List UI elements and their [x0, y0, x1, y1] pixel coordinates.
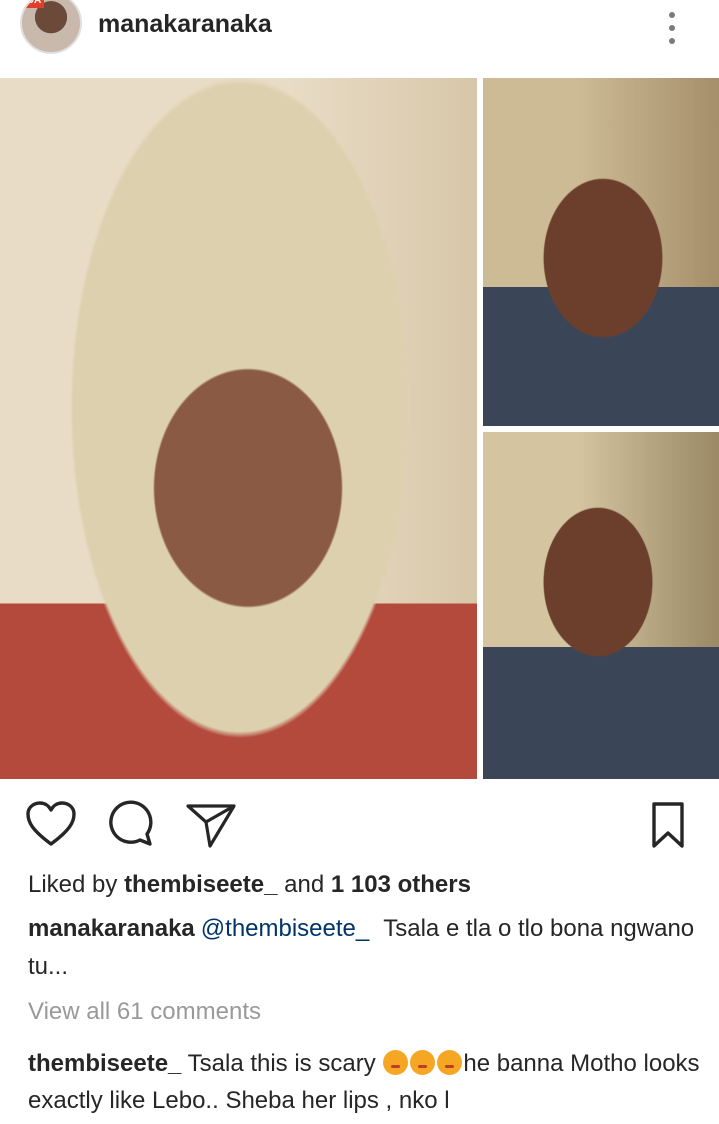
post-username[interactable]: manakaranaka — [98, 10, 272, 39]
comment-text-before: Tsala this is scary — [187, 1050, 376, 1077]
post-media[interactable] — [0, 76, 719, 779]
angry-face-emoji — [437, 1050, 463, 1075]
view-all-comments-link[interactable]: View all 61 comments — [28, 998, 261, 1026]
caption-mention[interactable]: @thembiseete_ — [201, 915, 369, 942]
more-options-icon[interactable] — [660, 8, 684, 48]
caption-username[interactable]: manakaranaka — [28, 915, 195, 942]
angry-face-emoji — [410, 1050, 436, 1075]
post-header: DA manakaranaka — [0, 0, 719, 76]
likes-middle: and — [284, 871, 325, 898]
comment-bubble-icon[interactable] — [104, 800, 158, 850]
likes-summary[interactable]: Liked by thembiseete_ and 1 103 others — [28, 871, 471, 899]
likes-prefix: Liked by — [28, 871, 118, 898]
comment-item: thembiseete_ Tsala this is scary he bann… — [28, 1045, 708, 1119]
avatar-badge: DA — [24, 0, 44, 8]
comment-username[interactable]: thembiseete_ — [28, 1050, 181, 1077]
bookmark-icon[interactable] — [646, 800, 700, 850]
likes-user[interactable]: thembiseete_ — [124, 871, 277, 898]
photo-main — [0, 78, 477, 779]
avatar[interactable]: DA — [20, 0, 82, 54]
likes-others[interactable]: 1 103 others — [331, 871, 471, 898]
heart-outline-icon[interactable] — [24, 800, 78, 850]
photo-bottom-right — [483, 432, 719, 779]
angry-face-emoji — [383, 1050, 409, 1075]
post-caption: manakaranaka @thembiseete_ Tsala e tla o t… — [28, 910, 698, 986]
photo-top-right — [483, 78, 719, 426]
paper-plane-icon[interactable] — [184, 800, 238, 850]
action-bar — [0, 790, 719, 856]
